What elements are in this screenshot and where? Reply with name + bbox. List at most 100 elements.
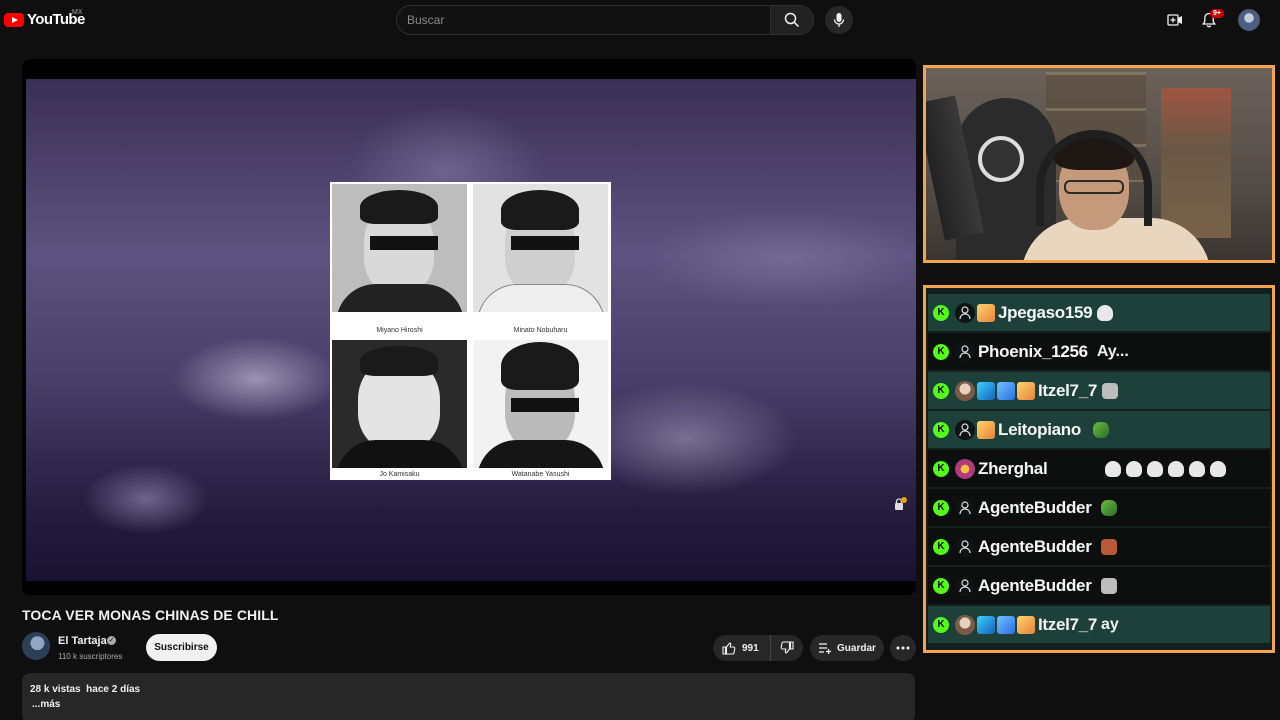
kick-icon: K: [933, 343, 949, 360]
thumbs-up-icon: [722, 642, 736, 655]
search-icon: [784, 12, 800, 28]
chat-username[interactable]: Phoenix_1256: [978, 342, 1088, 362]
chat-username[interactable]: AgenteBudder: [978, 537, 1092, 557]
skull-emote-icon: [1097, 304, 1114, 321]
censor-bar-2: [511, 236, 579, 250]
description-meta: 28 k vistas hace 2 días: [30, 684, 140, 695]
account-avatar[interactable]: [1238, 9, 1260, 31]
body-4: [477, 440, 605, 468]
kick-icon: K: [933, 382, 949, 399]
upload-date: hace 2 días: [86, 684, 141, 695]
microphone-icon: [833, 13, 845, 27]
chat-message: K AgenteBudder: [928, 567, 1270, 604]
kick-icon: K: [933, 616, 949, 633]
photo-2: [473, 184, 608, 312]
save-label: Guardar: [837, 642, 876, 654]
kick-icon: K: [933, 499, 949, 516]
sub-badge-icon: [1017, 615, 1035, 634]
create-button[interactable]: [1165, 10, 1185, 30]
user-avatar: [955, 458, 975, 479]
chat-username[interactable]: Itzel7_7: [1038, 615, 1097, 635]
user-avatar: [955, 614, 975, 635]
caption-2: Minato Nobuharu: [513, 327, 568, 334]
kick-icon: K: [933, 577, 949, 594]
chat-username[interactable]: Jpegaso159: [998, 303, 1093, 323]
description-more-link[interactable]: ...más: [32, 699, 60, 710]
chat-overlay: K Jpegaso159 K Phoenix_1256 Ay... K Itze…: [923, 285, 1275, 653]
user-icon: [955, 575, 975, 596]
like-count: 991: [742, 642, 759, 654]
kick-icon: K: [933, 460, 949, 477]
webcam-overlay: [923, 65, 1275, 263]
bolt-badge-icon: [977, 381, 995, 400]
dislike-button[interactable]: [771, 641, 803, 655]
verified-icon: ✓: [107, 636, 116, 645]
chat-message: K AgenteBudder: [928, 528, 1270, 565]
voice-search-button[interactable]: [825, 6, 853, 34]
like-dislike-group: 991: [713, 635, 803, 661]
hair-2: [501, 190, 579, 230]
subscribe-button[interactable]: Suscribirse: [146, 634, 217, 661]
sub-badge-icon: [1017, 381, 1035, 400]
photo-4: [473, 340, 608, 468]
chat-message: K Itzel7_7: [928, 372, 1270, 409]
youtube-logo[interactable]: YouTube MX: [4, 9, 85, 28]
chat-message: K Leitopiano: [928, 411, 1270, 448]
chat-text: ay: [1101, 615, 1119, 633]
skull-emote-icon: [1189, 460, 1206, 477]
youtube-play-icon: [4, 12, 24, 27]
sub-badge-icon: [977, 420, 995, 439]
mugshot-collage: Miyano Hiroshi Minato Nobuharu Jo Kamisa…: [330, 182, 611, 480]
chat-message: K Itzel7_7 ay: [928, 606, 1270, 643]
search-button[interactable]: [770, 5, 814, 35]
hair-3: [360, 346, 438, 376]
chat-username[interactable]: AgenteBudder: [978, 498, 1092, 518]
chat-username[interactable]: Itzel7_7: [1038, 381, 1097, 401]
skull-emote-icon: [1168, 460, 1185, 477]
user-icon: [955, 341, 975, 362]
hair-1: [360, 190, 438, 224]
thumbs-down-icon: [780, 641, 794, 654]
youtube-page: YouTube MX Buscar 9+ Miyano Hiroshi Mina…: [0, 0, 1280, 720]
top-bar: YouTube MX Buscar 9+: [0, 0, 1280, 40]
chat-text: Ay...: [1096, 342, 1129, 360]
notifications-badge: 9+: [1210, 9, 1224, 18]
kick-icon: K: [933, 304, 949, 321]
subscriber-count: 110 k suscriptores: [58, 652, 123, 661]
channel-name[interactable]: El Tartaja: [58, 635, 107, 647]
body-3: [336, 440, 464, 468]
og-badge-icon: [997, 381, 1015, 400]
kick-icon: K: [933, 538, 949, 555]
search-input[interactable]: Buscar: [396, 5, 770, 35]
user-icon: [955, 302, 975, 323]
like-button[interactable]: 991: [713, 635, 771, 661]
view-count: 28 k vistas: [30, 684, 81, 695]
censor-bar-4: [511, 398, 579, 412]
frog-emote-icon: [1092, 421, 1109, 438]
chat-username[interactable]: Leitopiano: [998, 420, 1081, 440]
chat-message: K Jpegaso159: [928, 294, 1270, 331]
face-emote-icon: [1100, 538, 1117, 555]
kick-icon: K: [933, 421, 949, 438]
chat-message: K Phoenix_1256 Ay...: [928, 333, 1270, 370]
channel-avatar[interactable]: [22, 632, 50, 660]
chat-username[interactable]: Zherghal: [978, 459, 1048, 479]
description-box[interactable]: 28 k vistas hace 2 días ...más: [22, 673, 915, 720]
hair-4: [501, 342, 579, 390]
censor-bar-1: [370, 236, 438, 250]
playlist-add-icon: [819, 643, 831, 654]
more-actions-button[interactable]: [890, 635, 916, 661]
frog-emote-icon: [1100, 499, 1117, 516]
user-icon: [955, 497, 975, 518]
skull-emote-icon: [1126, 460, 1143, 477]
save-button[interactable]: Guardar: [810, 635, 884, 661]
skull-emote-icon: [1105, 460, 1122, 477]
chat-username[interactable]: AgenteBudder: [978, 576, 1092, 596]
user-avatar: [955, 380, 975, 401]
cat-emote-icon: [1100, 577, 1117, 594]
caption-4: Watanabe Yasushi: [511, 471, 570, 478]
search-bar: Buscar: [396, 5, 814, 35]
user-icon: [955, 536, 975, 557]
logo-country-code: MX: [72, 9, 83, 16]
body-1: [336, 284, 464, 312]
